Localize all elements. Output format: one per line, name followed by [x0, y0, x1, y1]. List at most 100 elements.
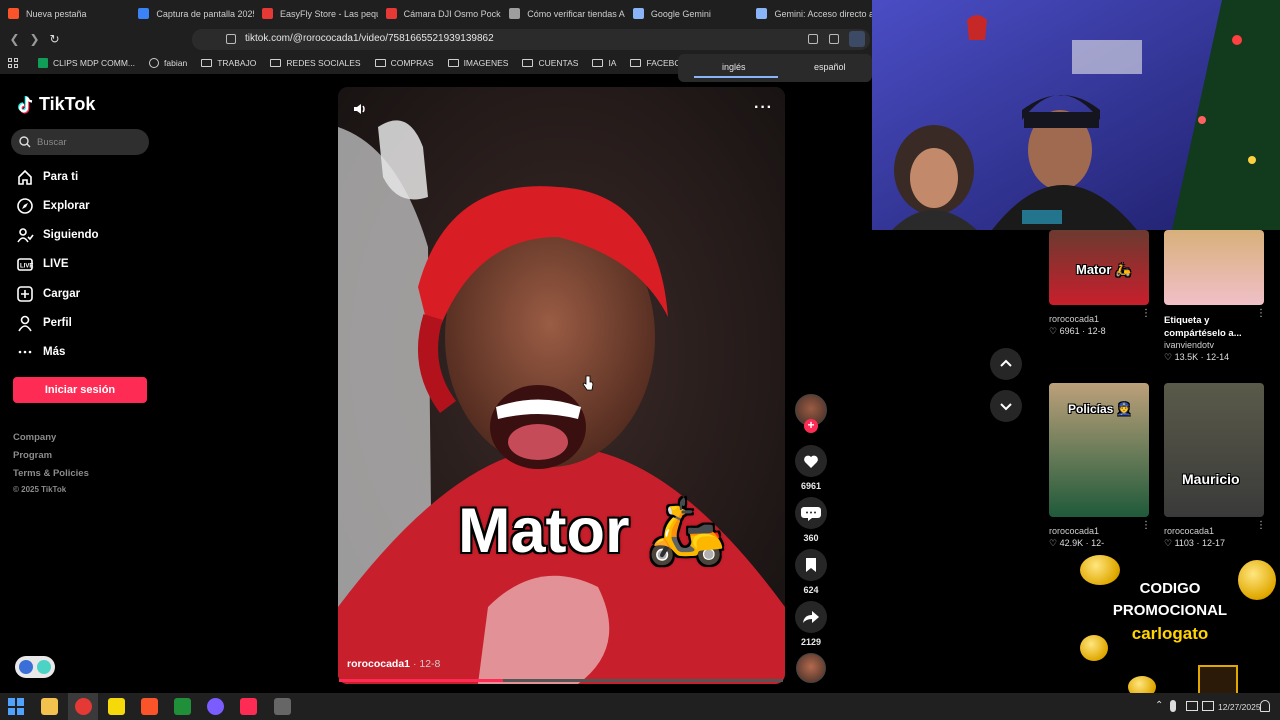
- tab-favicon-icon: [8, 8, 19, 19]
- previous-video-button[interactable]: [990, 348, 1022, 380]
- tray-chevron-up-icon[interactable]: ⌃: [1155, 700, 1163, 711]
- grid-item-author[interactable]: ivanviendotv: [1164, 340, 1262, 350]
- profile-icon: [18, 315, 32, 332]
- grid-item-date: 12-17: [1201, 538, 1225, 548]
- tab-label: Gemini: Acceso directo a: [774, 8, 873, 19]
- follow-plus-icon[interactable]: +: [804, 419, 818, 433]
- url-text[interactable]: tiktok.com/@rorococada1/video/7581665521…: [245, 33, 494, 44]
- browser-tab[interactable]: Cómo verificar tiendas AliE: [501, 0, 625, 27]
- grid-item-author[interactable]: rorococada1: [1049, 314, 1147, 324]
- browser-tab[interactable]: Captura de pantalla 2025: [130, 0, 254, 27]
- bookmark-label: IA: [608, 58, 617, 68]
- next-video-button[interactable]: [990, 390, 1022, 422]
- nav-item-upload[interactable]: Cargar: [16, 284, 80, 304]
- footer-company-link[interactable]: Company: [13, 432, 56, 443]
- apps-grid-icon[interactable]: [8, 58, 18, 68]
- browser-tab[interactable]: Gemini: Acceso directo a: [748, 0, 872, 27]
- obs-icon[interactable]: [75, 698, 92, 715]
- footer-terms-link[interactable]: Terms & Policies: [13, 468, 89, 479]
- network-icon[interactable]: [1186, 701, 1198, 711]
- share-button[interactable]: [795, 601, 827, 633]
- translate-icon[interactable]: [849, 31, 865, 47]
- grid-thumbnail[interactable]: [1164, 230, 1264, 305]
- volume-icon[interactable]: [352, 101, 368, 117]
- browser-tab[interactable]: EasyFly Store - Las pequeñ: [254, 0, 378, 27]
- nav-item-more[interactable]: Más: [16, 342, 65, 362]
- more-options-icon[interactable]: ···: [754, 99, 773, 117]
- nav-item-live[interactable]: LIVE LIVE: [16, 254, 69, 274]
- bookmark-item[interactable]: COMPRAS: [374, 58, 434, 68]
- browser-tab[interactable]: Google Gemini: [625, 0, 749, 27]
- open-tab-icon[interactable]: [829, 34, 839, 44]
- bookmark-item[interactable]: IA: [592, 58, 616, 68]
- grid-item-likes: 42.9K: [1059, 538, 1084, 548]
- grid-item-author[interactable]: rorococada1: [1164, 526, 1262, 536]
- windows-start-icon[interactable]: [8, 698, 25, 715]
- folder-icon: [270, 59, 282, 67]
- footer-program-link[interactable]: Program: [13, 450, 52, 461]
- translate-popup: inglés español: [678, 54, 872, 82]
- like-button[interactable]: [795, 445, 827, 477]
- site-info-icon[interactable]: [226, 34, 236, 44]
- browser-tab[interactable]: Cámara DJI Osmo Pocket: [378, 0, 501, 27]
- bookmark-icon: [806, 558, 816, 572]
- reload-icon[interactable]: ↻: [48, 33, 61, 46]
- back-icon[interactable]: ❮: [8, 33, 21, 46]
- windows-taskbar: ⌃ 12/27/2025: [0, 693, 1280, 720]
- bookmark-item[interactable]: TRABAJO: [201, 58, 256, 68]
- bookmark-item[interactable]: fabian: [149, 58, 187, 68]
- webcam-overlay: [872, 0, 1280, 230]
- app-download-toggle[interactable]: [15, 656, 55, 678]
- nav-item-compass[interactable]: Explorar: [16, 196, 90, 216]
- comment-button[interactable]: [795, 497, 827, 529]
- bookmark-item[interactable]: REDES SOCIALES: [270, 58, 361, 68]
- grid-thumbnail[interactable]: Mator 🛵: [1049, 230, 1149, 305]
- volume-tray-icon[interactable]: [1202, 701, 1214, 711]
- media-player-icon[interactable]: [174, 698, 191, 715]
- sound-disc-icon[interactable]: [796, 653, 826, 683]
- grid-item-author[interactable]: rorococada1: [1049, 526, 1147, 536]
- grid-thumbnail[interactable]: Mauricio: [1164, 383, 1264, 517]
- save-button[interactable]: [795, 549, 827, 581]
- file-explorer-icon[interactable]: [41, 698, 58, 715]
- brave-browser-icon[interactable]: [141, 698, 158, 715]
- tiktok-logo-text: TikTok: [39, 94, 96, 114]
- tab-favicon-icon: [756, 8, 768, 19]
- grid-item-title[interactable]: Etiqueta y compártéselo a...: [1164, 314, 1262, 340]
- nav-item-following[interactable]: Siguiendo: [16, 225, 99, 245]
- sticky-notes-icon[interactable]: [108, 698, 125, 715]
- grid-item-likes: 13.5K: [1174, 352, 1199, 362]
- promo-line-2: PROMOCIONAL: [1112, 602, 1228, 619]
- cast-icon[interactable]: [808, 34, 818, 44]
- video-date-separator: ·: [410, 658, 420, 670]
- nav-item-profile[interactable]: Perfil: [16, 313, 72, 333]
- taskbar-date[interactable]: 12/27/2025: [1218, 702, 1261, 712]
- nav-item-home[interactable]: Para ti: [16, 167, 78, 187]
- tiktok-logo[interactable]: TikTok: [16, 94, 95, 115]
- stats-separator: ·: [1198, 352, 1207, 362]
- grid-thumbnail[interactable]: Policías 👮: [1049, 383, 1149, 517]
- login-button[interactable]: Iniciar sesión: [13, 377, 147, 403]
- discord-icon[interactable]: [207, 698, 224, 715]
- grid-item-date: 12-8: [1087, 326, 1106, 336]
- folder-icon: [522, 59, 534, 67]
- tiktok-app-icon[interactable]: [240, 698, 257, 715]
- stats-separator: ·: [1193, 538, 1202, 548]
- search-input[interactable]: Buscar: [11, 129, 149, 155]
- video-player[interactable]: [338, 87, 785, 684]
- bookmark-item[interactable]: CLIPS MDP COMM...: [38, 58, 135, 68]
- browser-tab[interactable]: Nueva pestaña: [0, 0, 130, 27]
- share-count: 2129: [800, 637, 822, 647]
- bookmark-item[interactable]: IMAGENES: [447, 58, 508, 68]
- calculator-icon[interactable]: [274, 698, 291, 715]
- heart-outline-icon: ♡: [1049, 538, 1060, 548]
- notification-bell-icon[interactable]: [1260, 700, 1270, 712]
- video-author-line[interactable]: rorococada1 · 12-8: [347, 658, 440, 670]
- video-author[interactable]: rorococada1: [347, 658, 410, 670]
- microphone-icon[interactable]: [1170, 700, 1176, 712]
- translate-lang-other[interactable]: español: [814, 62, 846, 72]
- bookmark-item[interactable]: CUENTAS: [522, 58, 578, 68]
- translate-lang-selected[interactable]: inglés: [722, 62, 746, 72]
- grid-item-likes: 6961: [1059, 326, 1080, 336]
- forward-icon[interactable]: ❯: [28, 33, 41, 46]
